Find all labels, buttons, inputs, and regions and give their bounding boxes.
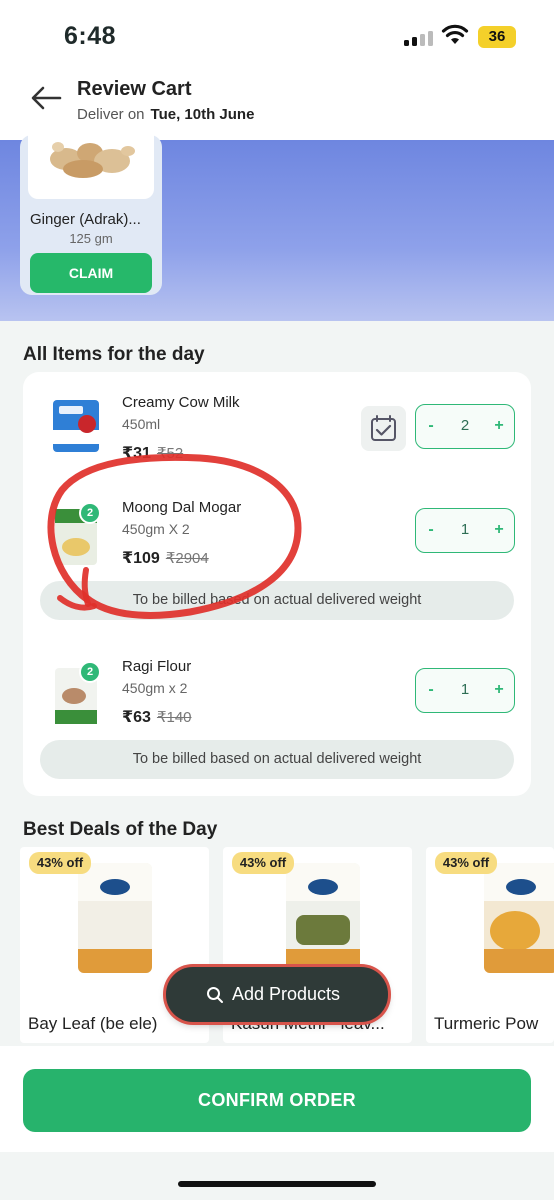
item-price: ₹31 ₹52 [122, 443, 183, 463]
item-weight: 450gm x 2 [122, 680, 188, 696]
wifi-icon [441, 24, 469, 44]
increase-quantity-button[interactable]: + [484, 669, 514, 711]
turmeric-powder-product-image [484, 863, 554, 973]
free-product-name: Ginger (Adrak)... [30, 211, 141, 228]
cart-item: 2 Ragi Flour 450gm x 2 ₹63 ₹140 - 1 + [23, 658, 531, 753]
quantity-stepper: - 1 + [415, 668, 515, 713]
milk-product-image [53, 400, 99, 452]
battery-indicator: 36 [478, 26, 516, 48]
status-time: 6:48 [64, 22, 117, 50]
increase-quantity-button[interactable]: + [484, 405, 514, 447]
pack-count-badge: 2 [79, 502, 101, 524]
status-bar: 6:48 36 [0, 0, 554, 62]
item-name: Creamy Cow Milk [122, 394, 240, 411]
discount-badge: 43% off [29, 852, 91, 874]
page-title: Review Cart [77, 78, 192, 100]
deliver-on-label: Deliver on [77, 106, 145, 123]
item-price: ₹63 ₹140 [122, 707, 192, 727]
pack-count-badge: 2 [79, 661, 101, 683]
item-selling-price: ₹31 [122, 445, 151, 462]
item-selling-price: ₹109 [122, 550, 160, 567]
kasuri-methi-product-image [286, 863, 360, 973]
calendar-check-icon [371, 415, 396, 441]
cellular-signal-icon [404, 30, 434, 46]
calendar-check-button[interactable] [361, 406, 406, 451]
item-mrp: ₹52 [156, 445, 184, 462]
items-section-title: All Items for the day [23, 344, 205, 365]
decrease-quantity-button[interactable]: - [416, 405, 446, 447]
item-weight: 450ml [122, 416, 161, 432]
ginger-product-image [28, 135, 154, 199]
quantity-stepper: - 2 + [415, 404, 515, 449]
promo-banner: Ginger (Adrak)... 125 gm [0, 135, 554, 321]
item-name: Moong Dal Mogar [122, 499, 242, 516]
item-mrp: ₹140 [156, 709, 192, 726]
billing-note: To be billed based on actual delivered w… [40, 740, 514, 779]
deal-card[interactable]: 43% off Turmeric Pow [426, 847, 554, 1043]
bay-leaf-product-image [78, 863, 152, 973]
back-arrow-icon[interactable] [28, 80, 64, 116]
deals-section-title: Best Deals of the Day [23, 819, 218, 840]
decrease-quantity-button[interactable]: - [416, 509, 446, 551]
item-selling-price: ₹63 [122, 709, 151, 726]
cart-item: Creamy Cow Milk 450ml ₹31 ₹52 - 2 + [23, 394, 531, 489]
quantity-value: 1 [460, 521, 470, 538]
claim-button[interactable]: CLAIM [30, 253, 152, 293]
discount-badge: 43% off [232, 852, 294, 874]
billing-note: To be billed based on actual delivered w… [40, 581, 514, 620]
item-name: Ragi Flour [122, 658, 192, 675]
deal-name: Turmeric Pow [434, 1014, 539, 1033]
delivery-date[interactable]: Tue, 10th June [151, 106, 255, 123]
increase-quantity-button[interactable]: + [484, 509, 514, 551]
free-product-quantity: 125 gm [69, 231, 113, 246]
quantity-value: 2 [460, 417, 470, 434]
confirm-order-button[interactable]: CONFIRM ORDER [23, 1069, 531, 1132]
discount-badge: 43% off [435, 852, 497, 874]
add-products-button[interactable]: Add Products [166, 967, 388, 1022]
item-weight: 450gm X 2 [122, 521, 190, 537]
add-products-label: Add Products [232, 984, 341, 1004]
delivery-info: Deliver on Tue, 10th June [77, 106, 254, 123]
page-header: Review Cart Deliver on Tue, 10th June [0, 62, 554, 140]
item-mrp: ₹2904 [165, 550, 209, 567]
footer-bar: CONFIRM ORDER [0, 1046, 554, 1152]
search-icon [207, 987, 223, 1003]
cart-item: 2 Moong Dal Mogar 450gm X 2 ₹109 ₹2904 - … [23, 499, 531, 594]
item-price: ₹109 ₹2904 [122, 548, 209, 568]
quantity-stepper: - 1 + [415, 508, 515, 553]
decrease-quantity-button[interactable]: - [416, 669, 446, 711]
quantity-value: 1 [460, 681, 470, 698]
home-indicator [178, 1181, 376, 1187]
cart-items-card: Creamy Cow Milk 450ml ₹31 ₹52 - 2 + 2 Moo… [23, 372, 531, 796]
